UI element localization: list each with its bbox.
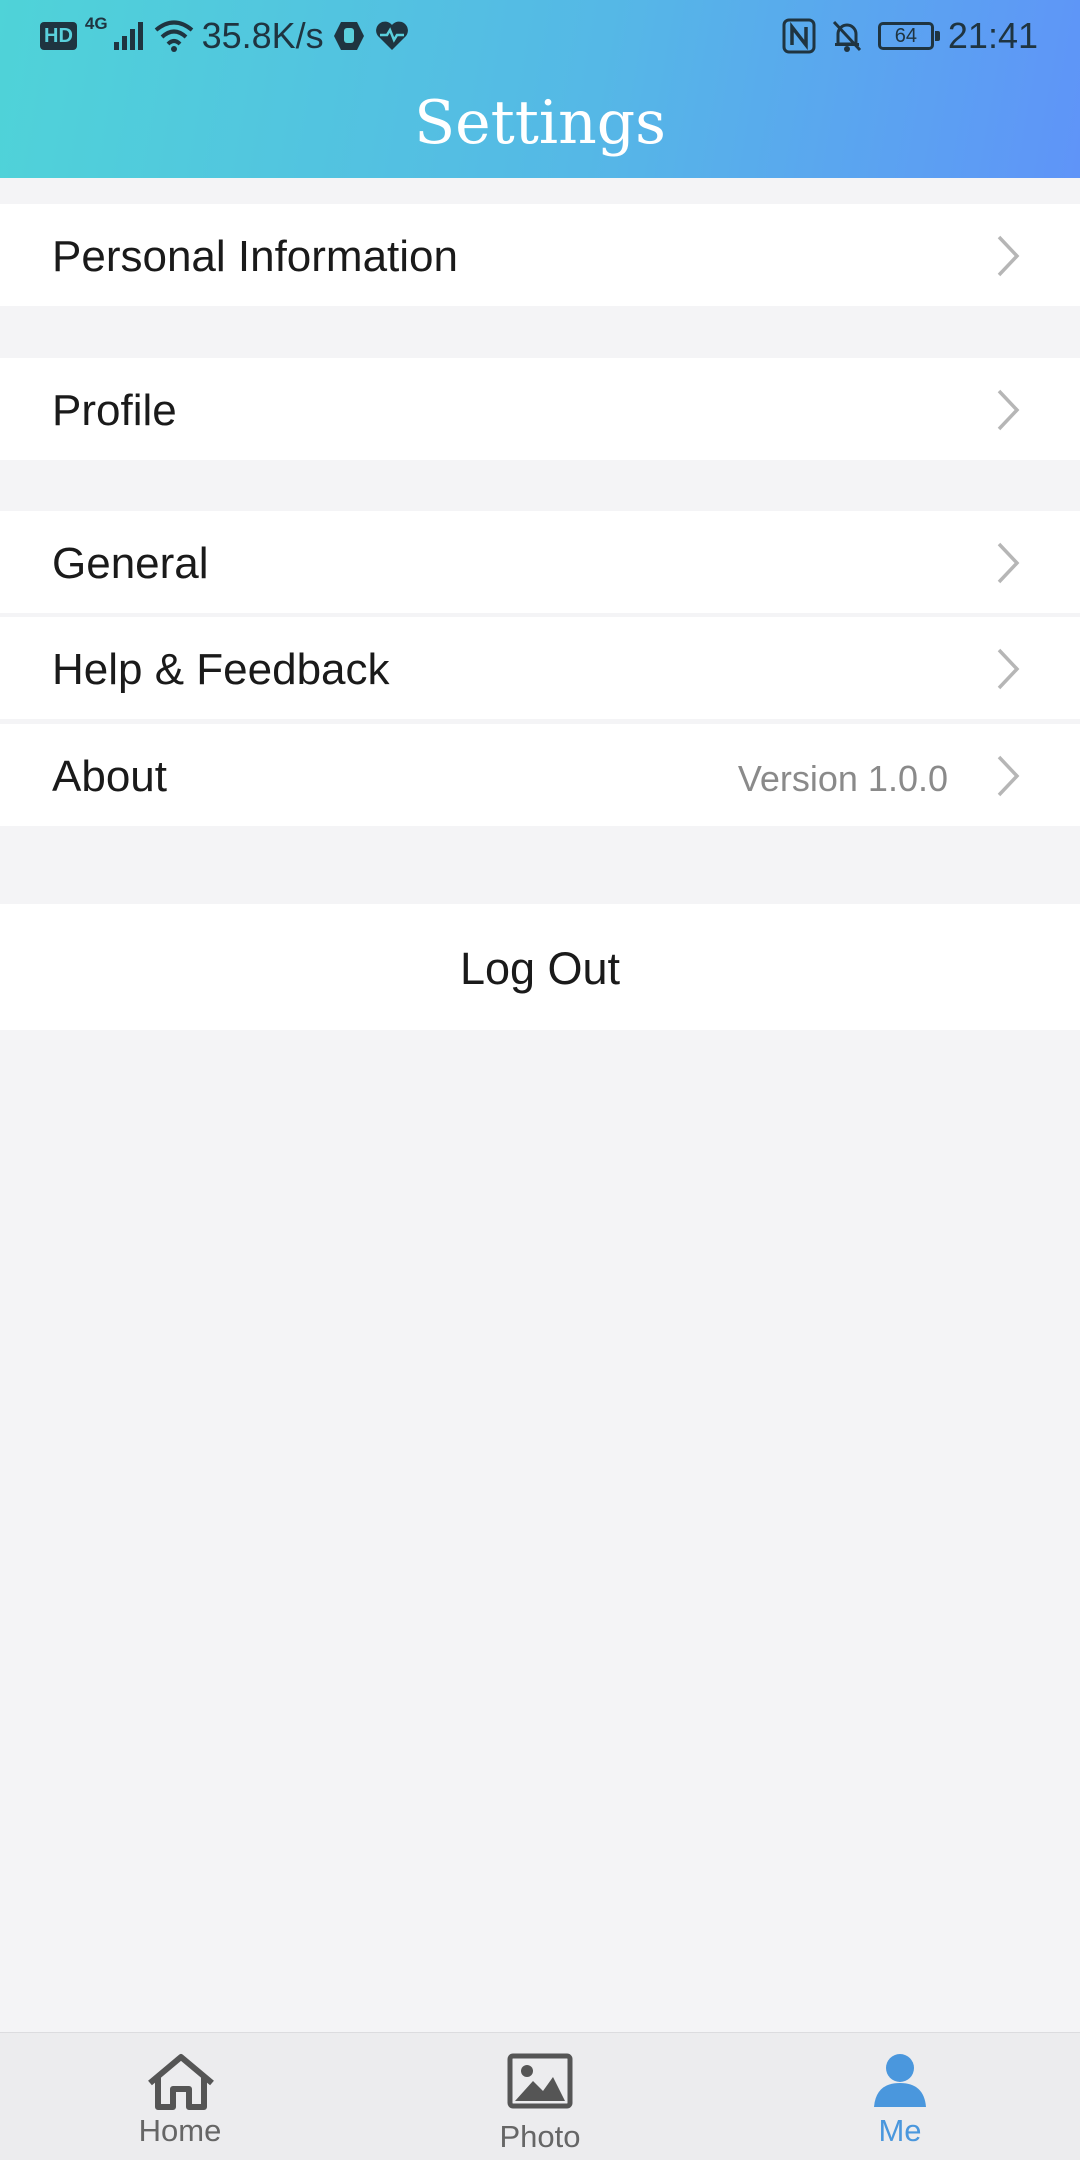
muted-bell-icon xyxy=(832,20,862,52)
version-label: Version 1.0.0 xyxy=(737,758,948,799)
status-bar: HD 4G 35.8K/s 64 21:41 xyxy=(0,0,1080,72)
person-icon xyxy=(874,2054,926,2107)
row-profile[interactable]: Profile xyxy=(0,358,1080,460)
row-label: Help & Feedback xyxy=(52,645,390,694)
row-help-feedback[interactable]: Help & Feedback xyxy=(0,617,1080,719)
chevron-right-icon xyxy=(997,755,1020,797)
logout-button[interactable]: Log Out xyxy=(0,904,1080,1030)
tab-photo[interactable]: Photo xyxy=(440,2033,640,2160)
chevron-right-icon xyxy=(997,542,1020,584)
tab-home-label: Home xyxy=(138,2113,222,2148)
health-heart-icon xyxy=(375,21,408,50)
bottom-tab-bar: Home Photo Me xyxy=(0,2032,1080,2160)
row-label: About xyxy=(52,752,167,801)
row-personal-information[interactable]: Personal Information xyxy=(0,204,1080,306)
tab-me[interactable]: Me xyxy=(800,2033,1000,2160)
nfc-icon xyxy=(782,18,816,54)
hd-icon: HD xyxy=(40,22,77,50)
app-header: HD 4G 35.8K/s 64 21:41 Settings xyxy=(0,0,1080,178)
chevron-right-icon xyxy=(997,389,1020,431)
row-about[interactable]: About Version 1.0.0 xyxy=(0,724,1080,826)
network-type-label: 4G xyxy=(84,14,108,33)
tab-home[interactable]: Home xyxy=(80,2033,280,2160)
status-right: 64 21:41 xyxy=(782,14,1038,58)
chevron-right-icon xyxy=(997,648,1020,690)
network-speed: 35.8K/s xyxy=(201,15,324,56)
tab-photo-label: Photo xyxy=(499,2119,581,2154)
home-icon xyxy=(148,2054,214,2110)
row-label: Profile xyxy=(52,386,177,435)
battery-indicator: 64 xyxy=(877,22,940,50)
hand-shield-icon xyxy=(333,22,364,50)
chevron-right-icon xyxy=(997,235,1020,277)
wifi-icon xyxy=(154,20,193,52)
row-label: Personal Information xyxy=(52,232,458,281)
row-general[interactable]: General xyxy=(0,511,1080,613)
status-left: HD 4G 35.8K/s xyxy=(40,14,410,58)
row-label: General xyxy=(52,539,209,588)
signal-icon xyxy=(113,22,143,50)
page-title: Settings xyxy=(414,88,666,158)
tab-me-label: Me xyxy=(878,2113,922,2148)
photo-icon xyxy=(507,2053,573,2109)
clock: 21:41 xyxy=(947,15,1038,56)
